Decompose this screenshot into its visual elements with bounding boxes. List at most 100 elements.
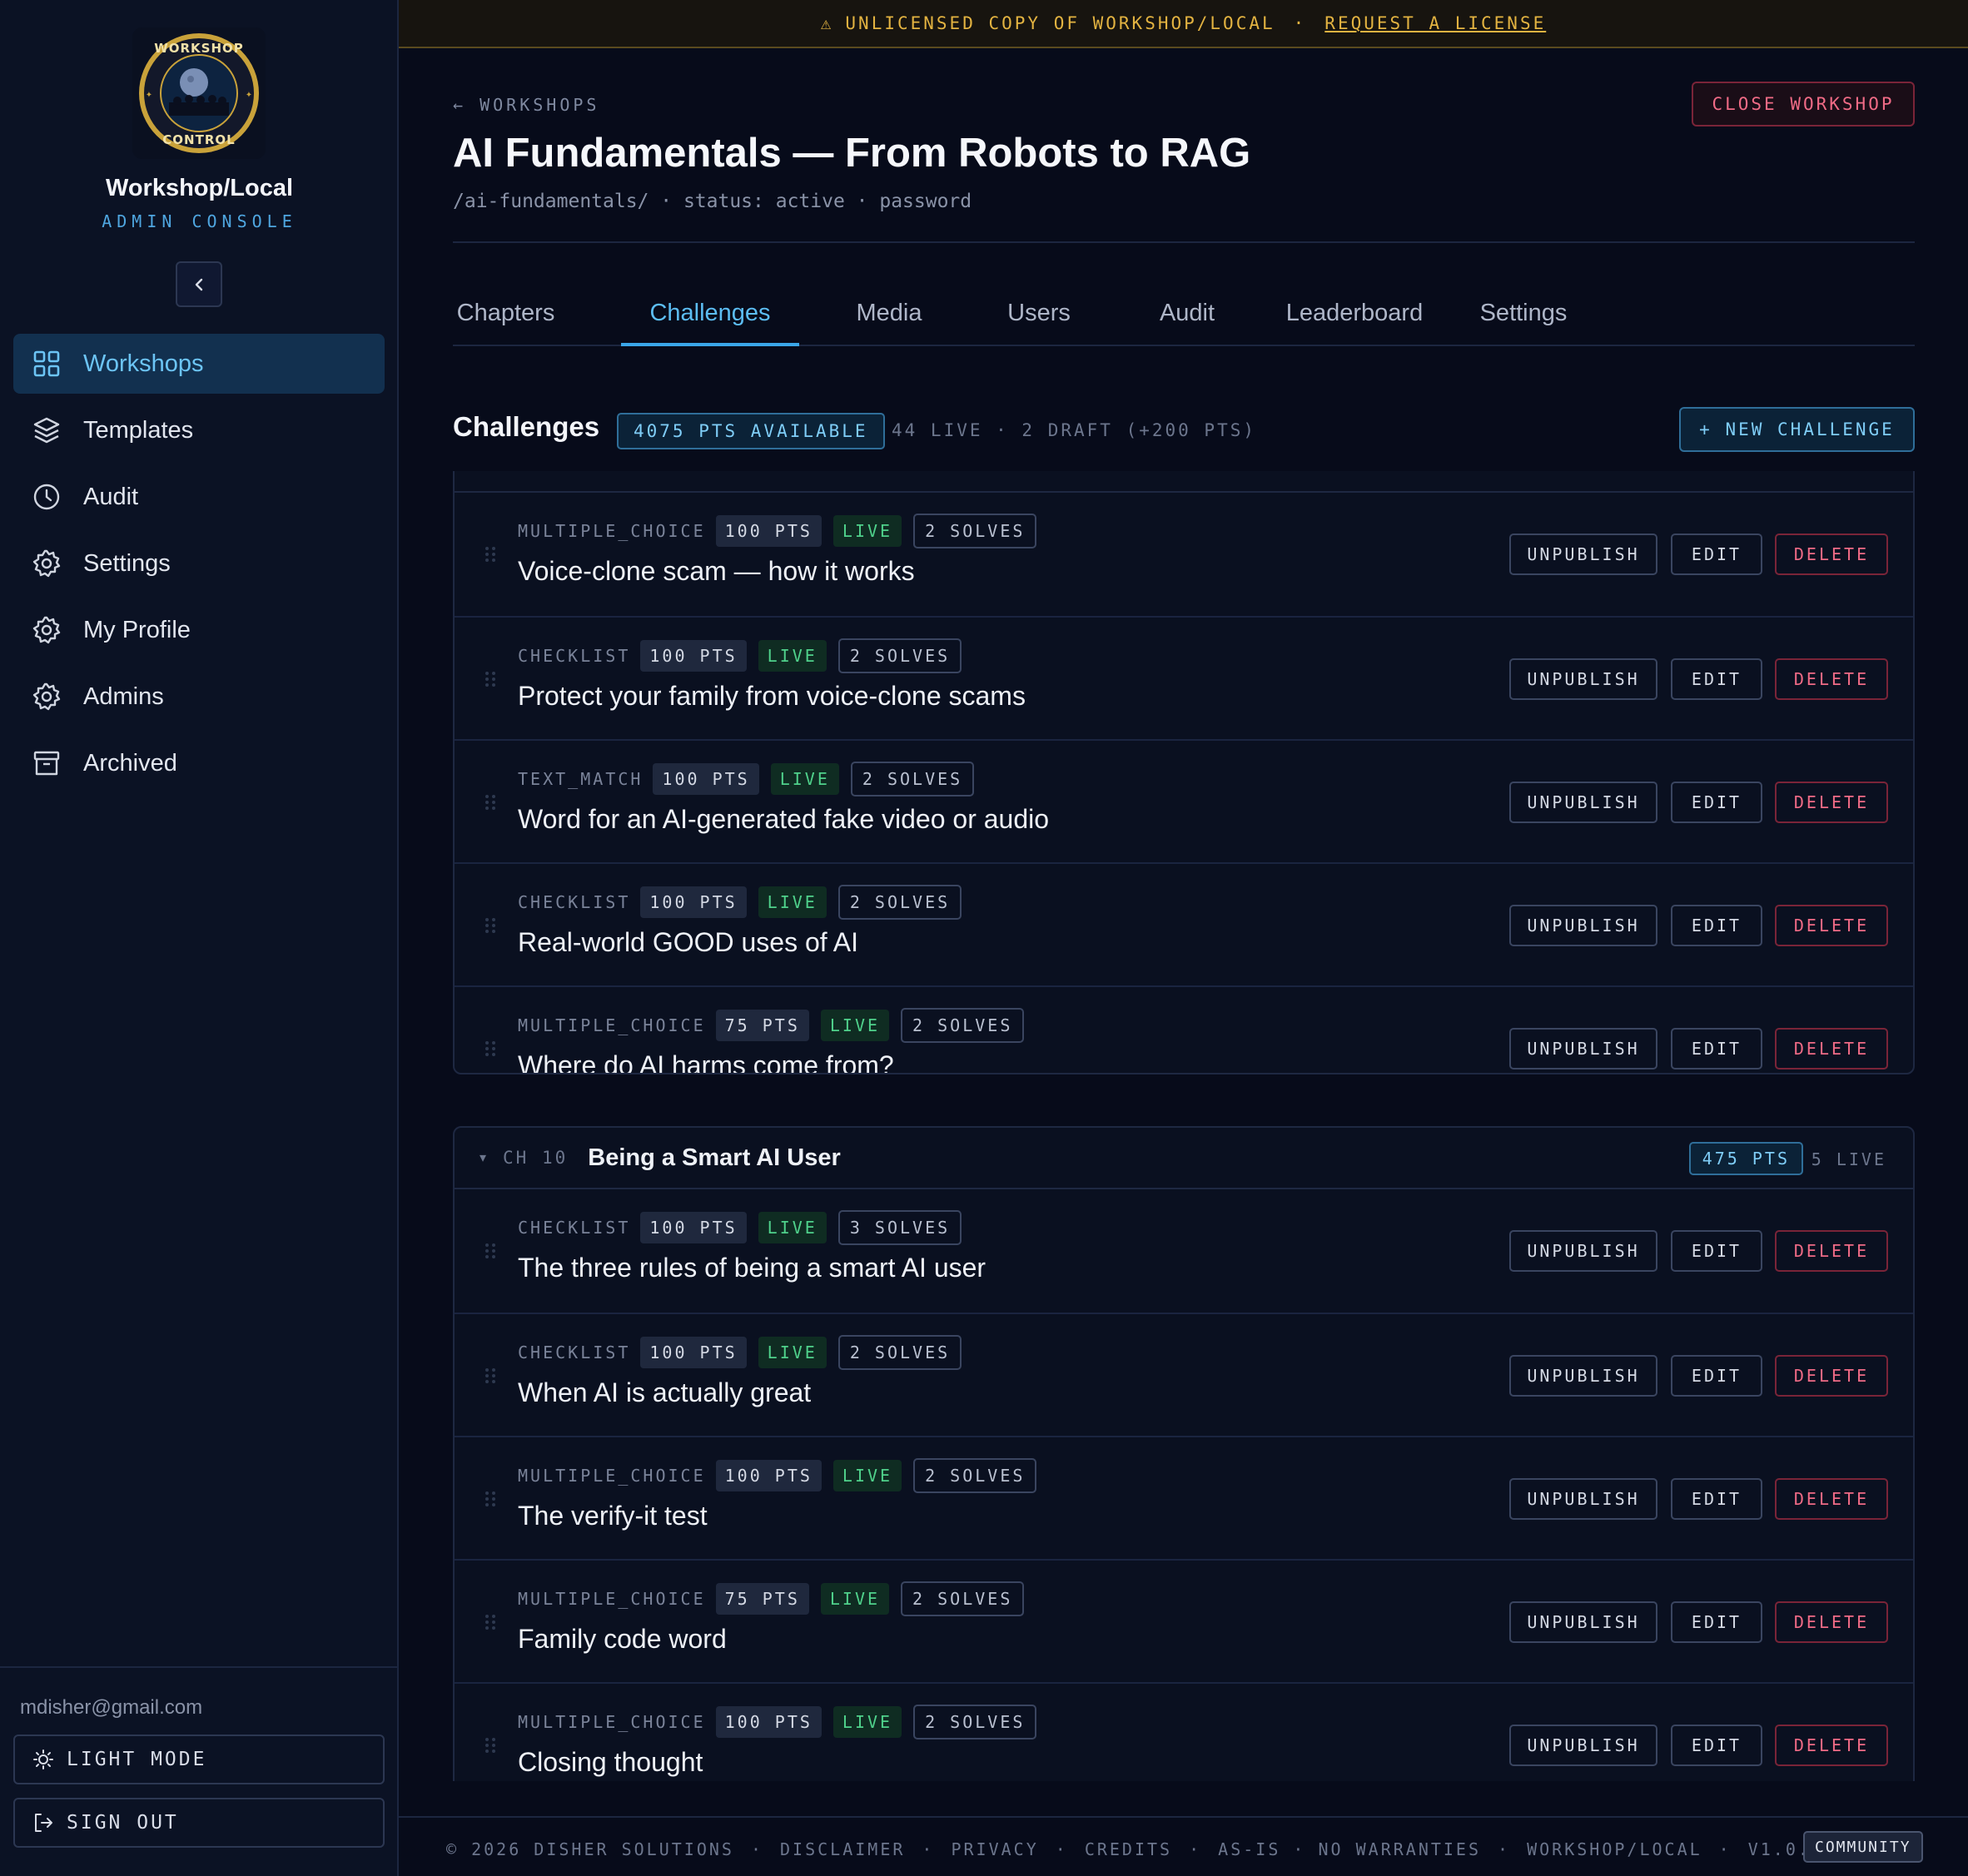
drag-handle-icon[interactable] (485, 1614, 496, 1630)
sidebar-item-my-profile[interactable]: My Profile (13, 600, 385, 660)
gear-icon (32, 615, 62, 645)
tab-settings[interactable]: Settings (1452, 291, 1595, 346)
challenge-title[interactable]: Where do AI harms come from? (518, 1050, 894, 1073)
points-badge: 75 PTS (715, 1583, 809, 1615)
challenge-title[interactable]: Closing thought (518, 1747, 703, 1778)
edit-button[interactable]: EDIT (1671, 1355, 1762, 1397)
unpublish-button[interactable]: UNPUBLISH (1509, 1725, 1657, 1766)
unpublish-button[interactable]: UNPUBLISH (1509, 1478, 1657, 1520)
delete-button[interactable]: DELETE (1775, 905, 1888, 946)
tab-media[interactable]: Media (832, 291, 946, 346)
unpublish-button[interactable]: UNPUBLISH (1509, 1601, 1657, 1643)
edit-button[interactable]: EDIT (1671, 1230, 1762, 1272)
delete-button[interactable]: DELETE (1775, 1725, 1888, 1766)
edit-button[interactable]: EDIT (1671, 905, 1762, 946)
delete-button[interactable]: DELETE (1775, 1355, 1888, 1397)
chapter-header[interactable]: ▾ CH 10 Being a Smart AI User 475 PTS 5 … (455, 1128, 1913, 1189)
sidebar-item-label: Audit (83, 483, 139, 510)
tab-leaderboard[interactable]: Leaderboard (1267, 291, 1442, 346)
light-mode-label: LIGHT MODE (67, 1749, 207, 1770)
challenge-title[interactable]: Voice-clone scam — how it works (518, 556, 915, 587)
gear-icon (32, 548, 62, 578)
unpublish-button[interactable]: UNPUBLISH (1509, 658, 1657, 700)
challenge-title[interactable]: Family code word (518, 1624, 727, 1655)
new-challenge-button[interactable]: + NEW CHALLENGE (1679, 407, 1915, 452)
drag-handle-icon[interactable] (485, 1243, 496, 1259)
unpublish-button[interactable]: UNPUBLISH (1509, 782, 1657, 823)
unpublish-button[interactable]: UNPUBLISH (1509, 534, 1657, 575)
header-divider (453, 241, 1915, 243)
delete-button[interactable]: DELETE (1775, 534, 1888, 575)
sidebar-item-label: My Profile (83, 616, 191, 643)
edit-button[interactable]: EDIT (1671, 658, 1762, 700)
delete-button[interactable]: DELETE (1775, 658, 1888, 700)
drag-handle-icon[interactable] (485, 917, 496, 934)
drag-handle-icon[interactable] (485, 546, 496, 563)
sidebar-item-label: Settings (83, 549, 171, 577)
challenge-row: MULTIPLE_CHOICE 75 PTS LIVE 2 SOLVES Fam… (455, 1559, 1913, 1682)
sidebar-item-workshops[interactable]: Workshops (13, 334, 385, 394)
delete-button[interactable]: DELETE (1775, 1601, 1888, 1643)
light-mode-button[interactable]: LIGHT MODE (13, 1735, 385, 1784)
unpublish-button[interactable]: UNPUBLISH (1509, 1230, 1657, 1272)
points-badge: 100 PTS (653, 763, 759, 795)
drag-handle-icon[interactable] (485, 671, 496, 687)
delete-button[interactable]: DELETE (1775, 1028, 1888, 1070)
svg-text:✦: ✦ (246, 91, 252, 100)
banner-separator: · (1293, 13, 1307, 33)
sidebar-item-label: Templates (83, 416, 194, 444)
unpublish-button[interactable]: UNPUBLISH (1509, 1355, 1657, 1397)
edit-button[interactable]: EDIT (1671, 1028, 1762, 1070)
delete-button[interactable]: DELETE (1775, 1230, 1888, 1272)
drag-handle-icon[interactable] (485, 794, 496, 811)
challenge-title[interactable]: The three rules of being a smart AI user (518, 1253, 986, 1283)
edit-button[interactable]: EDIT (1671, 1601, 1762, 1643)
collapse-sidebar-button[interactable] (176, 261, 222, 307)
request-license-link[interactable]: REQUEST A LICENSE (1324, 13, 1546, 33)
sidebar-item-archived[interactable]: Archived (13, 733, 385, 793)
license-banner: ⚠ UNLICENSED COPY OF WORKSHOP/LOCAL · RE… (399, 0, 1968, 48)
disclaimer-link[interactable]: DISCLAIMER (780, 1839, 905, 1859)
edit-button[interactable]: EDIT (1671, 782, 1762, 823)
challenge-type: CHECKLIST (518, 1342, 631, 1362)
tab-users[interactable]: Users (979, 291, 1099, 346)
unpublish-button[interactable]: UNPUBLISH (1509, 1028, 1657, 1070)
drag-handle-icon[interactable] (485, 1737, 496, 1754)
challenge-type: TEXT_MATCH (518, 769, 644, 789)
delete-button[interactable]: DELETE (1775, 782, 1888, 823)
back-to-workshops-link[interactable]: ← WORKSHOPS (453, 95, 599, 115)
footer-separator: · (1055, 1839, 1068, 1859)
challenge-title[interactable]: Protect your family from voice-clone sca… (518, 681, 1026, 712)
tab-challenges[interactable]: Challenges (621, 291, 799, 346)
sidebar-item-settings[interactable]: Settings (13, 534, 385, 593)
sidebar-item-audit[interactable]: Audit (13, 467, 385, 527)
challenge-title[interactable]: When AI is actually great (518, 1377, 811, 1408)
drag-handle-icon[interactable] (485, 1040, 496, 1057)
brand-name: Workshop/Local (105, 175, 294, 201)
edit-button[interactable]: EDIT (1671, 1725, 1762, 1766)
delete-button[interactable]: DELETE (1775, 1478, 1888, 1520)
solves-badge: 2 SOLVES (837, 885, 962, 920)
chapter-header[interactable] (455, 471, 1913, 493)
tab-chapters[interactable]: Chapters (453, 291, 559, 346)
sidebar-item-templates[interactable]: Templates (13, 400, 385, 460)
challenge-title[interactable]: Real-world GOOD uses of AI (518, 927, 858, 958)
edit-button[interactable]: EDIT (1671, 1478, 1762, 1520)
close-workshop-button[interactable]: CLOSE WORKSHOP (1692, 82, 1915, 127)
challenge-title[interactable]: Word for an AI-generated fake video or a… (518, 804, 1049, 835)
unpublish-button[interactable]: UNPUBLISH (1509, 905, 1657, 946)
edit-button[interactable]: EDIT (1671, 534, 1762, 575)
tab-audit[interactable]: Audit (1129, 291, 1245, 346)
drag-handle-icon[interactable] (485, 1367, 496, 1384)
collapse-caret-icon[interactable]: ▾ (480, 1149, 486, 1166)
drag-handle-icon[interactable] (485, 1491, 496, 1507)
challenge-title[interactable]: The verify-it test (518, 1501, 708, 1531)
chapter-card: ▾ CH 10 Being a Smart AI User 475 PTS 5 … (453, 1126, 1915, 1781)
privacy-link[interactable]: PRIVACY (951, 1839, 1038, 1859)
live-badge: LIVE (758, 1337, 827, 1368)
challenge-list[interactable]: MULTIPLE_CHOICE 100 PTS LIVE 2 SOLVES Vo… (453, 471, 1915, 1781)
credits-link[interactable]: CREDITS (1085, 1839, 1172, 1859)
sidebar-item-admins[interactable]: Admins (13, 667, 385, 727)
sign-out-button[interactable]: SIGN OUT (13, 1798, 385, 1848)
page-title: AI Fundamentals — From Robots to RAG (453, 131, 1251, 176)
